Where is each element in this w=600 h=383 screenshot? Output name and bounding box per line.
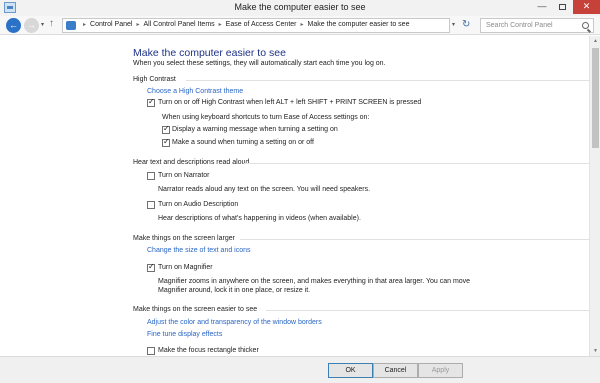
page-title: Make the computer easier to see bbox=[133, 47, 286, 59]
keyboard-shortcut-note: When using keyboard shortcuts to turn Ea… bbox=[162, 114, 370, 121]
recent-pages-dropdown[interactable]: ▾ bbox=[41, 21, 44, 28]
make-sound-label[interactable]: Make a sound when turning a setting on o… bbox=[172, 139, 314, 146]
larger-heading: Make things on the screen larger bbox=[133, 235, 235, 242]
window-border-color-link[interactable]: Adjust the color and transparency of the… bbox=[147, 319, 322, 326]
forward-button[interactable]: → bbox=[24, 18, 39, 33]
breadcrumb-separator-icon[interactable]: ▸ bbox=[136, 22, 139, 28]
scroll-down-arrow-icon[interactable]: ▼ bbox=[592, 348, 599, 354]
warning-message-label[interactable]: Display a warning message when turning a… bbox=[172, 126, 338, 133]
warning-message-checkbox[interactable] bbox=[162, 124, 170, 134]
settings-content: Make the computer easier to see When you… bbox=[0, 36, 589, 356]
magnifier-description-line1: Magnifier zooms in anywhere on the scree… bbox=[158, 278, 471, 285]
text-size-link[interactable]: Change the size of text and icons bbox=[147, 247, 251, 254]
hear-text-heading: Hear text and descriptions read aloud bbox=[133, 159, 250, 166]
magnifier-description-line2: Magnifier around, lock it in one place, … bbox=[158, 287, 311, 294]
maximize-button[interactable] bbox=[552, 0, 572, 14]
address-history-dropdown[interactable]: ▾ bbox=[452, 21, 455, 28]
search-input[interactable]: Search Control Panel bbox=[486, 22, 553, 29]
audio-description-label[interactable]: Turn on Audio Description bbox=[158, 201, 238, 208]
high-contrast-shortcut-label[interactable]: Turn on or off High Contrast when left A… bbox=[158, 99, 421, 106]
window-title: Make the computer easier to see bbox=[234, 2, 366, 12]
dialog-footer: OK Cancel Apply bbox=[0, 356, 600, 383]
breadcrumb-separator-icon[interactable]: ▸ bbox=[301, 22, 304, 28]
high-contrast-heading: High Contrast bbox=[133, 76, 176, 83]
focus-rectangle-checkbox[interactable] bbox=[147, 347, 155, 355]
maximize-icon bbox=[558, 3, 566, 10]
title-bar: Make the computer easier to see — ✕ bbox=[0, 0, 600, 16]
make-sound-checkbox[interactable] bbox=[162, 137, 170, 147]
focus-rectangle-label[interactable]: Make the focus rectangle thicker bbox=[158, 347, 259, 354]
breadcrumb-control-panel[interactable]: Control Panel bbox=[90, 21, 132, 28]
section-divider bbox=[244, 163, 589, 164]
apply-button[interactable]: Apply bbox=[418, 363, 463, 378]
breadcrumb-all-control-panel-items[interactable]: All Control Panel Items bbox=[143, 21, 214, 28]
magnifier-checkbox[interactable] bbox=[147, 262, 155, 272]
vertical-scrollbar[interactable]: ▲ ▼ bbox=[589, 36, 600, 356]
narrator-label[interactable]: Turn on Narrator bbox=[158, 172, 209, 179]
display-effects-link[interactable]: Fine tune display effects bbox=[147, 331, 222, 338]
up-button[interactable]: ↑ bbox=[49, 18, 54, 29]
back-button[interactable]: ← bbox=[6, 18, 21, 33]
breadcrumb-separator-icon[interactable]: ▸ bbox=[83, 22, 86, 28]
section-divider bbox=[266, 310, 589, 311]
breadcrumb-ease-of-access-center[interactable]: Ease of Access Center bbox=[226, 21, 297, 28]
scrollbar-thumb[interactable] bbox=[592, 48, 599, 148]
address-bar[interactable]: ▸ Control Panel ▸ All Control Panel Items ▸ E… bbox=[62, 18, 450, 33]
search-icon[interactable] bbox=[582, 22, 589, 29]
refresh-button[interactable]: ↻ bbox=[462, 19, 470, 30]
close-button[interactable]: ✕ bbox=[573, 0, 600, 14]
narrator-description: Narrator reads aloud any text on the scr… bbox=[158, 186, 371, 193]
ok-button[interactable]: OK bbox=[328, 363, 373, 378]
section-divider bbox=[186, 80, 589, 81]
search-box[interactable]: Search Control Panel bbox=[480, 18, 594, 33]
control-panel-icon bbox=[66, 21, 76, 30]
breadcrumb: ▸ Control Panel ▸ All Control Panel Items ▸ E… bbox=[79, 21, 409, 28]
section-divider bbox=[240, 239, 589, 240]
page-subtitle: When you select these settings, they wil… bbox=[133, 60, 386, 67]
cancel-button[interactable]: Cancel bbox=[373, 363, 418, 378]
audio-description-checkbox[interactable] bbox=[147, 201, 155, 209]
audio-description-text: Hear descriptions of what's happening in… bbox=[158, 215, 361, 222]
navigation-bar: ← → ▾ ↑ ▸ Control Panel ▸ All Control Panel… bbox=[0, 16, 600, 35]
minimize-button[interactable]: — bbox=[532, 0, 552, 14]
breadcrumb-separator-icon[interactable]: ▸ bbox=[219, 22, 222, 28]
easier-heading: Make things on the screen easier to see bbox=[133, 306, 258, 313]
high-contrast-shortcut-checkbox[interactable] bbox=[147, 97, 155, 107]
breadcrumb-current-page[interactable]: Make the computer easier to see bbox=[308, 21, 410, 28]
narrator-checkbox[interactable] bbox=[147, 172, 155, 180]
high-contrast-theme-link[interactable]: Choose a High Contrast theme bbox=[147, 88, 243, 95]
magnifier-label[interactable]: Turn on Magnifier bbox=[158, 264, 213, 271]
scroll-up-arrow-icon[interactable]: ▲ bbox=[592, 38, 599, 44]
